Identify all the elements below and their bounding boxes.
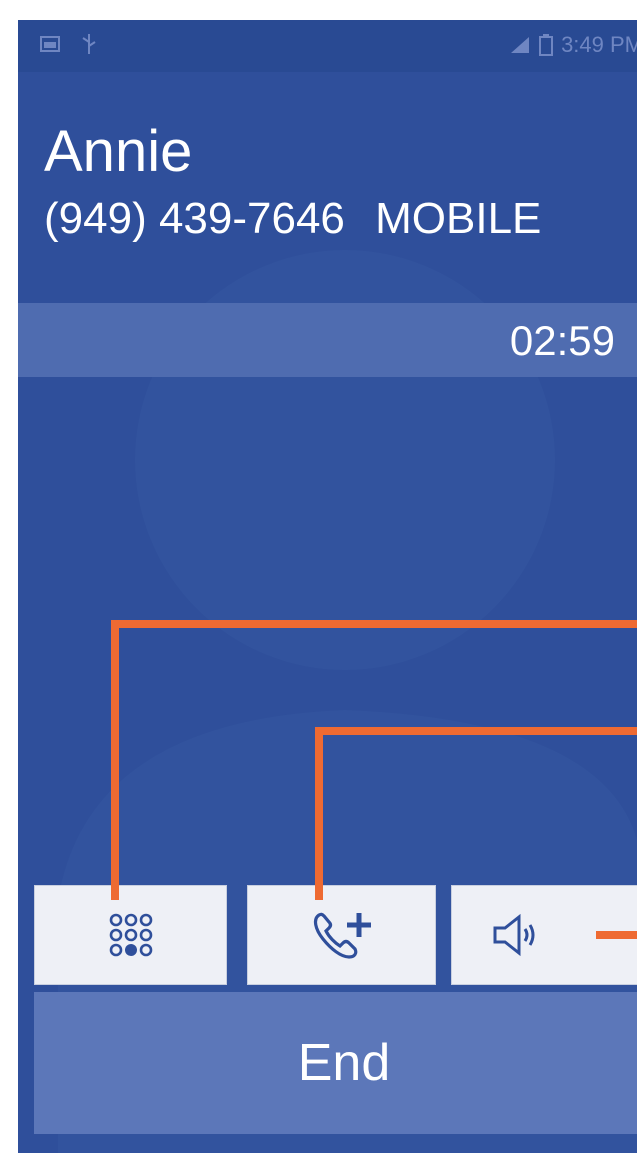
caller-number-row: (949) 439-7646 MOBILE xyxy=(44,194,541,244)
callout-line-dialpad xyxy=(111,620,637,900)
callout-line-add-call xyxy=(315,727,637,900)
status-time: 3:49 PM xyxy=(561,32,637,57)
caller-number-type: MOBILE xyxy=(375,194,542,243)
gallery-notification-icon xyxy=(40,36,60,52)
speaker-icon xyxy=(493,913,534,957)
end-call-label: End xyxy=(297,1034,391,1092)
signal-icon xyxy=(511,37,530,53)
end-call-button[interactable]: End xyxy=(34,992,637,1134)
caller-info: Annie (949) 439-7646 MOBILE xyxy=(44,120,541,244)
speaker-button[interactable] xyxy=(451,885,637,985)
battery-icon xyxy=(539,34,554,56)
caller-number: (949) 439-7646 xyxy=(44,194,345,243)
dialpad-icon xyxy=(109,913,152,957)
status-bar: 3:49 PM xyxy=(18,20,637,72)
call-duration: 02:59 xyxy=(509,317,615,364)
add-call-button[interactable] xyxy=(247,885,436,985)
add-call-icon xyxy=(313,912,371,959)
usb-icon xyxy=(82,34,96,54)
in-call-screen: 3:49 PM Annie (949) 439-7646 MOBILE 02:5… xyxy=(18,20,637,1153)
dialpad-button[interactable] xyxy=(34,885,227,985)
caller-name: Annie xyxy=(44,119,193,184)
call-timer-bar: 02:59 xyxy=(18,303,637,377)
